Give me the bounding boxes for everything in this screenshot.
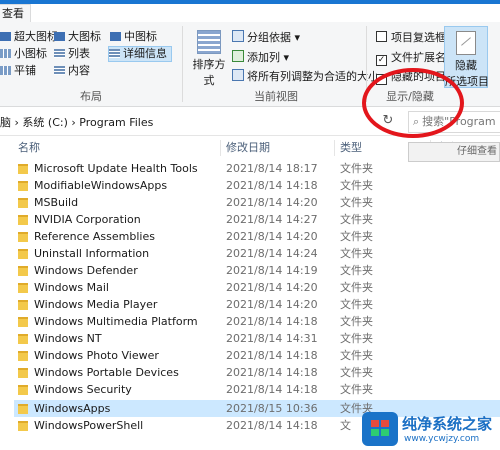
file-row[interactable]: Microsoft Update Health Tools 2021/8/14 1…	[14, 160, 500, 177]
tiles-icon	[0, 66, 11, 75]
folder-icon	[18, 421, 28, 431]
layout-small-icons[interactable]: 小图标	[0, 47, 47, 61]
folder-icon	[18, 164, 28, 174]
layout-details[interactable]: 详细信息	[108, 46, 172, 62]
layout-extra-large-icons[interactable]: 超大图标	[0, 30, 58, 44]
hide-document-icon	[456, 31, 476, 55]
ribbon-tab-bar: 查看	[0, 4, 500, 23]
file-row[interactable]: Windows Media Player 2021/8/14 14:20 文件夹	[14, 296, 500, 313]
file-row[interactable]: Windows Multimedia Platform 2021/8/14 14:…	[14, 313, 500, 330]
folder-icon	[18, 198, 28, 208]
extra-large-icons-icon	[0, 32, 11, 41]
breadcrumb-system-drive[interactable]: 系统 (C:)	[22, 116, 67, 129]
folder-icon	[18, 404, 28, 414]
folder-icon	[18, 266, 28, 276]
file-row[interactable]: Windows Security 2021/8/14 14:18 文件夹	[14, 381, 500, 398]
large-icons-icon	[54, 32, 65, 41]
folder-icon	[18, 232, 28, 242]
layout-list[interactable]: 列表	[54, 47, 90, 61]
folder-icon	[18, 334, 28, 344]
folder-icon	[18, 300, 28, 310]
item-checkboxes-toggle[interactable]: 项目复选框	[376, 30, 446, 45]
fit-columns-button[interactable]: 将所有列调整为合适的大小	[232, 69, 379, 84]
small-icons-icon	[0, 49, 11, 58]
layout-group: 超大图标 大图标 中图标 小图标 列表 详细信息 平铺 内容 布局	[0, 22, 182, 106]
watermark-title: 纯净系统之家	[402, 415, 493, 433]
folder-icon	[18, 249, 28, 259]
current-view-group: 排序方式 分组依据 ▾ 添加列 ▾ 将所有列调整为合适的大小 当前视图	[186, 22, 379, 106]
column-header-name[interactable]: 名称	[18, 138, 40, 158]
column-header-type[interactable]: 类型	[340, 138, 362, 158]
group-by-icon	[232, 30, 244, 42]
file-row[interactable]: Windows Portable Devices 2021/8/14 14:18 文…	[14, 364, 500, 381]
details-icon	[109, 49, 120, 58]
layout-large-icons[interactable]: 大图标	[54, 30, 101, 44]
content-icon	[54, 66, 65, 75]
layout-tiles[interactable]: 平铺	[0, 64, 36, 78]
file-row[interactable]: Uninstall Information 2021/8/14 14:24 文件夹	[14, 245, 500, 262]
column-header-date[interactable]: 修改日期	[226, 138, 270, 158]
file-row[interactable]: Reference Assemblies 2021/8/14 14:20 文件夹	[14, 228, 500, 245]
file-row[interactable]: Windows NT 2021/8/14 14:31 文件夹	[14, 330, 500, 347]
watermark-url: www.ycwjzy.com	[404, 434, 480, 444]
breadcrumb-program-files[interactable]: Program Files	[79, 116, 153, 129]
file-row[interactable]: Windows Defender 2021/8/14 14:19 文件夹	[14, 262, 500, 279]
item-checkboxes-checkbox[interactable]	[376, 31, 387, 42]
folder-icon	[18, 368, 28, 378]
file-extensions-toggle[interactable]: ✓ 文件扩展名	[376, 50, 446, 66]
file-row[interactable]: ModifiableWindowsApps 2021/8/14 14:18 文件夹	[14, 177, 500, 194]
add-column-button[interactable]: 添加列 ▾	[232, 50, 289, 65]
tab-view[interactable]: 查看	[0, 4, 31, 23]
ribbon-divider	[182, 26, 183, 102]
breadcrumb-this-pc[interactable]: 脑	[0, 116, 11, 129]
breadcrumb: 脑 › 系统 (C:) › Program Files	[0, 114, 153, 130]
folder-icon	[18, 385, 28, 395]
column-divider[interactable]	[334, 140, 335, 156]
list-icon	[54, 49, 65, 58]
sort-icon	[197, 30, 221, 54]
layout-group-label: 布局	[80, 90, 102, 103]
tooltip: 仔细查看	[408, 142, 500, 162]
fit-columns-icon	[232, 69, 244, 81]
folder-icon	[18, 283, 28, 293]
folder-icon	[18, 215, 28, 225]
file-row[interactable]: Windows Photo Viewer 2021/8/14 14:18 文件夹	[14, 347, 500, 364]
current-view-group-label: 当前视图	[254, 90, 298, 103]
folder-icon	[18, 351, 28, 361]
column-divider[interactable]	[220, 140, 221, 156]
group-by-button[interactable]: 分组依据 ▾	[232, 30, 300, 45]
file-row[interactable]: Windows Mail 2021/8/14 14:20 文件夹	[14, 279, 500, 296]
red-highlight-circle	[362, 68, 464, 138]
watermark-logo-icon	[362, 412, 398, 446]
add-column-icon	[232, 50, 244, 62]
sort-by-button[interactable]: 排序方式	[188, 30, 230, 88]
medium-icons-icon	[110, 32, 121, 41]
watermark: 纯净系统之家 www.ycwjzy.com	[362, 412, 500, 450]
layout-medium-icons[interactable]: 中图标	[110, 30, 157, 44]
file-row[interactable]: MSBuild 2021/8/14 14:20 文件夹	[14, 194, 500, 211]
layout-content[interactable]: 内容	[54, 64, 90, 78]
file-row[interactable]: NVIDIA Corporation 2021/8/14 14:27 文件夹	[14, 211, 500, 228]
folder-icon	[18, 181, 28, 191]
file-extensions-checkbox[interactable]: ✓	[376, 55, 387, 66]
folder-icon	[18, 317, 28, 327]
